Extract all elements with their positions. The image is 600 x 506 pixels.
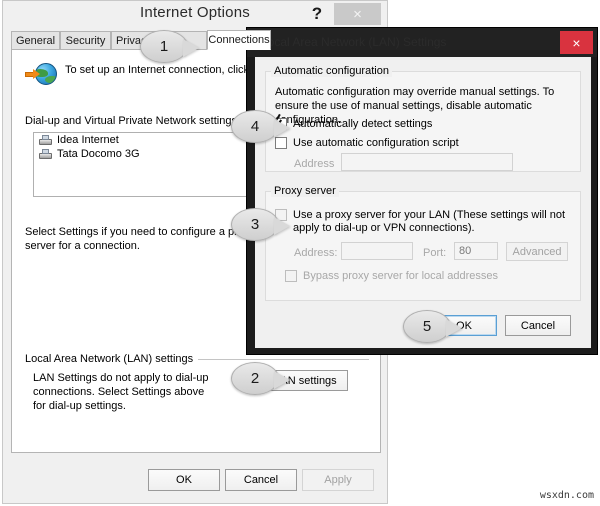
callout-3-number: 3 — [231, 208, 279, 241]
close-icon[interactable]: × — [334, 3, 381, 25]
divider — [198, 358, 369, 360]
callout-5-number: 5 — [403, 310, 451, 343]
auto-detect-settings-row[interactable]: Automatically detect settings — [275, 118, 565, 131]
lan-dialog-title: Local Area Network (LAN) Settings — [261, 35, 447, 49]
tab-security[interactable]: Security — [60, 31, 111, 50]
internet-options-footer: OK Cancel Apply — [11, 459, 381, 499]
callout-tail — [274, 371, 290, 389]
callout-1-number: 1 — [140, 30, 188, 63]
callout-1: 1 — [140, 30, 199, 63]
lan-dialog-titlebar: Local Area Network (LAN) Settings × — [247, 28, 597, 57]
close-icon[interactable]: × — [560, 31, 593, 54]
script-address-label: Address — [294, 158, 335, 170]
proxy-address-input — [341, 242, 413, 260]
list-item-label: Idea Internet — [57, 134, 119, 146]
callout-tail — [274, 119, 290, 137]
proxy-port-input: 80 — [454, 242, 498, 260]
dialup-group-label: Dial-up and Virtual Private Network sett… — [25, 115, 237, 127]
internet-options-titlebar: Internet Options ? × — [3, 1, 387, 28]
lan-hint: LAN Settings do not apply to dial-up con… — [33, 372, 209, 412]
proxy-address-label: Address: — [294, 247, 338, 259]
bypass-proxy-label: Bypass proxy server for local addresses — [303, 270, 499, 282]
help-icon[interactable]: ? — [304, 2, 330, 26]
bypass-proxy-checkbox[interactable] — [285, 270, 297, 282]
modem-icon — [39, 134, 52, 146]
callout-tail — [183, 39, 199, 57]
apply-button: Apply — [302, 469, 374, 491]
callout-2: 2 — [231, 362, 290, 395]
proxy-server-label: Proxy server — [271, 185, 339, 197]
callout-5: 5 — [403, 310, 462, 343]
screenshot-root: Internet Options ? × General Security Pr… — [0, 0, 600, 506]
advanced-button: Advanced — [506, 242, 568, 261]
callout-tail — [446, 319, 462, 337]
bypass-proxy-row[interactable]: Bypass proxy server for local addresses — [285, 270, 565, 283]
arrow-icon — [25, 69, 41, 79]
use-proxy-server-row[interactable]: Use a proxy server for your LAN (These s… — [275, 209, 571, 235]
use-auto-config-script-row[interactable]: Use automatic configuration script — [275, 137, 565, 150]
ok-button[interactable]: OK — [148, 469, 220, 491]
internet-connection-icon — [25, 63, 57, 89]
tab-connections[interactable]: Connections — [207, 30, 271, 50]
automatic-configuration-label: Automatic configuration — [271, 65, 392, 77]
lan-settings-dialog: Local Area Network (LAN) Settings × Auto… — [246, 27, 598, 355]
watermark: wsxdn.com — [539, 490, 594, 501]
callout-3: 3 — [231, 208, 290, 241]
use-auto-config-script-label: Use automatic configuration script — [293, 137, 459, 149]
callout-2-number: 2 — [231, 362, 279, 395]
settings-hint: Select Settings if you need to configure… — [25, 226, 255, 252]
lan-dialog-body: Automatic configuration Automatic config… — [255, 57, 591, 348]
proxy-port-label: Port: — [423, 247, 447, 259]
script-address-input — [341, 153, 513, 171]
tab-general[interactable]: General — [11, 31, 60, 50]
callout-tail — [274, 217, 290, 235]
use-proxy-server-label: Use a proxy server for your LAN (These s… — [293, 209, 566, 234]
lan-group-label: Local Area Network (LAN) settings — [25, 353, 194, 365]
cancel-button[interactable]: Cancel — [225, 469, 297, 491]
list-item-label: Tata Docomo 3G — [57, 148, 140, 160]
callout-4: 4 — [231, 110, 290, 143]
modem-icon — [39, 148, 52, 160]
lan-cancel-button[interactable]: Cancel — [505, 315, 571, 336]
callout-4-number: 4 — [231, 110, 279, 143]
auto-detect-settings-label: Automatically detect settings — [293, 118, 433, 130]
